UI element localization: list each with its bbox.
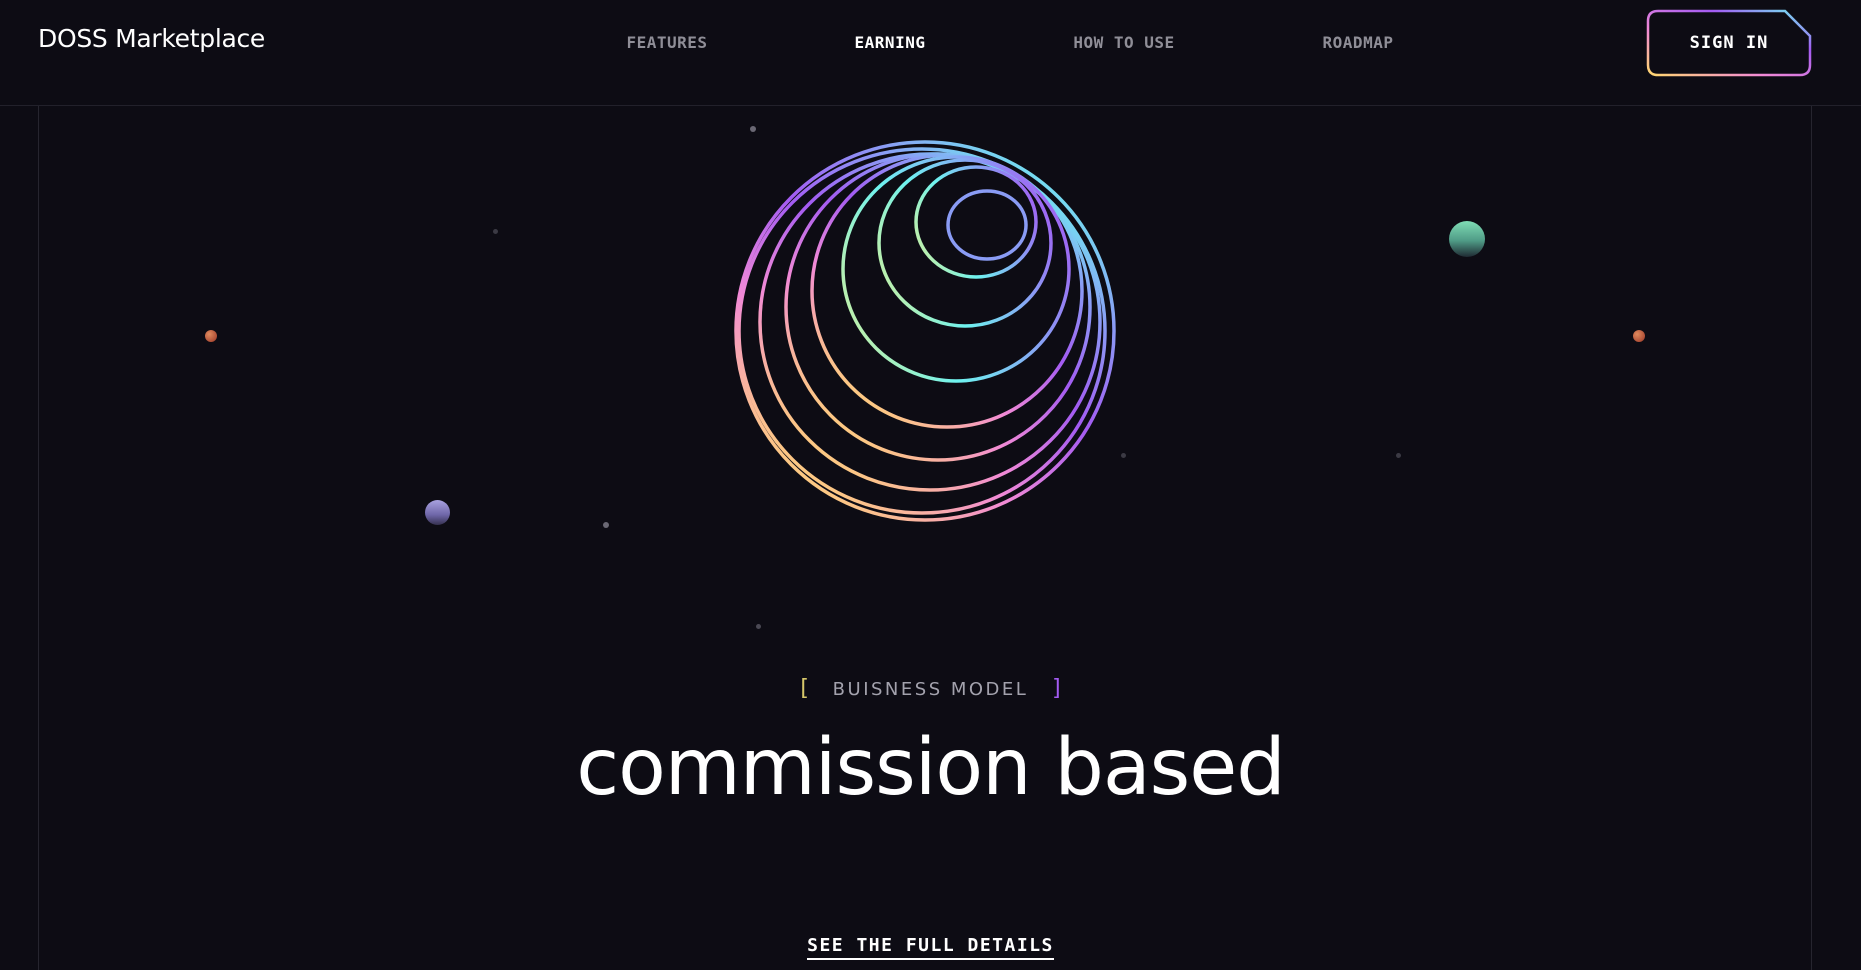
bracket-open: [ <box>797 676 811 701</box>
frame-line-right <box>1811 106 1812 970</box>
star-dot <box>1396 453 1401 458</box>
red-planet-dot <box>205 330 217 342</box>
star-dot <box>1121 453 1126 458</box>
star-dot <box>756 624 761 629</box>
lavender-planet <box>425 500 450 525</box>
green-planet <box>1449 221 1485 257</box>
site-header: DOSS Marketplace FEATURES EARNING HOW TO… <box>0 0 1861 106</box>
sign-in-button[interactable]: SIGN IN <box>1646 9 1812 77</box>
brand-logo[interactable]: DOSS Marketplace <box>38 24 265 53</box>
red-planet-dot <box>1633 330 1645 342</box>
section-kicker: [ BUISNESS MODEL ] <box>0 676 1861 701</box>
frame-line-left <box>38 106 39 970</box>
nav-link-earning[interactable]: EARNING <box>855 33 926 52</box>
gradient-sphere-graphic <box>734 140 1116 522</box>
bracket-close: ] <box>1050 676 1064 701</box>
see-full-details-link[interactable]: SEE THE FULL DETAILS <box>807 935 1054 960</box>
star-dot <box>603 522 609 528</box>
nav-link-features[interactable]: FEATURES <box>626 33 707 52</box>
nav-link-roadmap[interactable]: ROADMAP <box>1323 33 1394 52</box>
star-dot <box>493 229 498 234</box>
sign-in-label: SIGN IN <box>1689 33 1769 53</box>
cta-container: SEE THE FULL DETAILS <box>0 935 1861 960</box>
section-title: commission based <box>576 723 1286 813</box>
nav-link-how-to-use[interactable]: HOW TO USE <box>1073 33 1174 52</box>
kicker-label: BUISNESS MODEL <box>832 679 1029 700</box>
star-dot <box>750 126 756 132</box>
